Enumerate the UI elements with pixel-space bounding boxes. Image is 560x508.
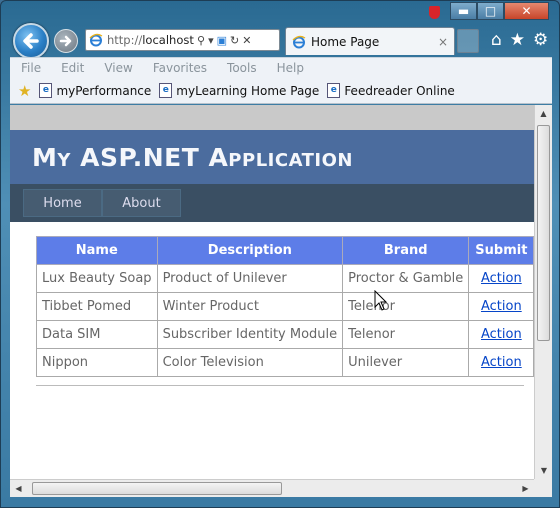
content-divider [36,385,524,386]
page-icon: e [327,83,341,98]
refresh-icon[interactable]: ↻ [230,34,239,47]
cell-description: Winter Product [156,292,344,321]
column-header-description: Description [156,236,344,265]
ie-page-icon [292,35,306,48]
menu-tools[interactable]: Tools [227,61,257,75]
compatibility-icon[interactable]: ▣ [217,34,227,47]
nav-about[interactable]: About [102,189,181,217]
cell-name: Lux Beauty Soap [36,264,158,293]
address-prefix: http:// [107,33,143,47]
forward-button[interactable] [54,29,78,53]
table-row: Tibbet Pomed Winter Product Telenor Acti… [36,292,534,321]
menu-bar: File Edit View Favorites Tools Help [10,57,552,78]
products-table: Name Description Brand Submit Lux Beauty… [36,236,534,377]
page-title: My ASP.NET Application [32,142,353,172]
cell-description: Subscriber Identity Module [156,320,344,349]
address-host: localhost [142,33,194,47]
table-header-row: Name Description Brand Submit [36,236,534,265]
action-link[interactable]: Action [481,271,522,286]
close-tab-icon[interactable]: × [438,35,448,49]
vertical-scrollbar[interactable]: ▲ ▼ [534,105,552,479]
action-link[interactable]: Action [481,299,522,314]
favorite-link-mylearning[interactable]: e myLearning Home Page [159,83,319,98]
page-icon: e [39,83,53,98]
cell-name: Nippon [36,348,158,377]
site-header: My ASP.NET Application [10,130,534,184]
cell-description: Product of Unilever [156,264,344,293]
horizontal-scroll-thumb[interactable] [32,482,282,495]
page-icon: e [159,83,173,98]
menu-help[interactable]: Help [277,61,304,75]
address-bar[interactable]: http://localhost ⚲ ▾ ▣ ↻ ✕ [85,29,280,51]
tab-home-page[interactable]: Home Page × [285,27,455,55]
scroll-right-arrow-icon[interactable]: ▶ [517,480,534,497]
home-icon[interactable]: ⌂ [491,30,502,50]
cell-submit: Action [468,320,534,349]
table-row: Lux Beauty Soap Product of Unilever Proc… [36,264,534,293]
column-header-name: Name [36,236,158,265]
scroll-down-arrow-icon[interactable]: ▼ [535,462,553,479]
cell-submit: Action [468,348,534,377]
favorite-link-feedreader[interactable]: e Feedreader Online [327,83,455,98]
gear-icon[interactable]: ⚙ [533,30,548,50]
search-icon[interactable]: ⚲ [197,34,205,47]
browser-window: ▬ □ ✕ http://localhost ⚲ ▾ ▣ ↻ ✕ Home Pa… [0,0,560,508]
vertical-scroll-thumb[interactable] [537,125,550,341]
page-viewport: My ASP.NET Application Home About Name D… [10,105,534,479]
cell-brand: Unilever [342,348,470,377]
favorites-bar: ★ e myPerformance e myLearning Home Page… [10,78,552,104]
scroll-up-arrow-icon[interactable]: ▲ [535,105,552,122]
nav-home[interactable]: Home [23,189,102,217]
tab-label: Home Page [311,34,380,49]
favorite-link-myperformance[interactable]: e myPerformance [39,83,151,98]
cell-name: Tibbet Pomed [36,292,158,321]
stop-icon[interactable]: ✕ [242,34,251,47]
back-arrow-icon [23,33,39,49]
menu-view[interactable]: View [104,61,132,75]
menu-file[interactable]: File [21,61,41,75]
navigation-bar: http://localhost ⚲ ▾ ▣ ↻ ✕ Home Page × ⌂… [1,1,560,59]
horizontal-scrollbar[interactable]: ◀ ▶ [10,479,534,497]
page-top-strip [10,105,534,130]
table-row: Nippon Color Television Unilever Action [36,348,534,377]
favorite-label: myLearning Home Page [176,83,320,98]
scrollbar-corner [534,479,552,497]
new-tab-button[interactable] [457,29,479,53]
dropdown-icon[interactable]: ▾ [208,34,214,47]
column-header-brand: Brand [342,236,470,265]
menu-favorites[interactable]: Favorites [153,61,207,75]
favorite-label: Feedreader Online [344,83,455,98]
favorites-star-icon[interactable]: ★ [510,30,525,50]
cell-brand: Proctor & Gamble [342,264,470,293]
action-link[interactable]: Action [481,355,522,370]
cell-submit: Action [468,264,534,293]
favorite-label: myPerformance [56,83,152,98]
menu-edit[interactable]: Edit [61,61,84,75]
ie-logo-icon [89,33,103,47]
action-link[interactable]: Action [481,327,522,342]
back-button[interactable] [13,23,49,59]
main-content: Name Description Brand Submit Lux Beauty… [10,222,534,386]
cell-brand: Telenor [342,320,470,349]
scroll-left-arrow-icon[interactable]: ◀ [10,480,27,497]
add-favorites-star-icon[interactable]: ★ [18,82,31,100]
site-nav: Home About [10,184,534,222]
table-row: Data SIM Subscriber Identity Module Tele… [36,320,534,349]
cell-description: Color Television [156,348,344,377]
cell-name: Data SIM [36,320,158,349]
cell-brand: Telenor [342,292,470,321]
cell-submit: Action [468,292,534,321]
column-header-submit: Submit [468,236,534,265]
address-text: http://localhost [107,33,195,47]
forward-arrow-icon [59,35,72,47]
mouse-pointer-icon [374,290,388,311]
